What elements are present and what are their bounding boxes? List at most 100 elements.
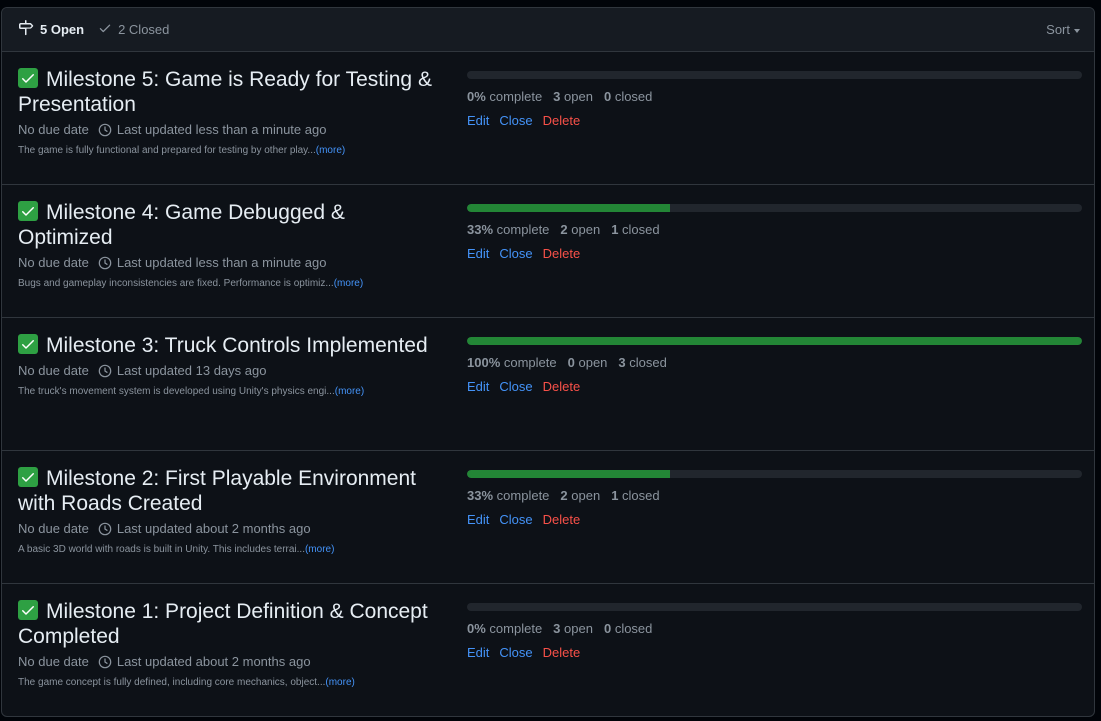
complete-percent: 33% [467,222,494,237]
progress-bar [467,71,1082,79]
milestone-title[interactable]: Milestone 1: Project Definition & Concep… [18,599,438,649]
milestone-list: Milestone 5: Game is Ready for Testing &… [2,52,1094,716]
closed-stat: 0 closed [604,621,652,636]
check-box-icon [18,68,38,88]
milestone-stats: 33% complete 2 open 1 closed [467,222,1082,237]
edit-link[interactable]: Edit [467,645,489,660]
open-count: 3 [553,89,561,104]
close-link[interactable]: Close [499,246,532,261]
milestone-stats: 0% complete 3 open 0 closed [467,621,1082,636]
closed-word: closed [629,355,667,370]
close-link[interactable]: Close [499,645,532,660]
milestone-title[interactable]: Milestone 4: Game Debugged & Optimized [18,200,438,250]
more-link[interactable]: (more) [335,386,364,397]
open-milestones-tab[interactable]: 5 Open [18,20,84,39]
milestones-panel: 5 Open 2 Closed Sort Milestone 5: Game i… [1,7,1095,717]
complete-stat: 0% complete [467,621,542,636]
milestone-title[interactable]: Milestone 5: Game is Ready for Testing &… [18,67,438,117]
progress-bar-fill [467,337,1082,345]
milestone-item: Milestone 4: Game Debugged & Optimized N… [2,185,1094,318]
delete-link[interactable]: Delete [543,246,581,261]
open-count: 3 [553,621,561,636]
delete-link[interactable]: Delete [543,645,581,660]
closed-milestones-tab[interactable]: 2 Closed [98,21,169,38]
open-stat: 0 open [568,355,608,370]
milestone-item: Milestone 1: Project Definition & Concep… [2,584,1094,716]
milestone-meta: No due date Last updated about 2 months … [18,654,438,669]
description-text: The game is fully functional and prepare… [18,145,316,156]
progress-bar [467,204,1082,212]
close-link[interactable]: Close [499,113,532,128]
closed-stat: 0 closed [604,89,652,104]
open-count: 2 [560,222,568,237]
delete-link[interactable]: Delete [543,512,581,527]
milestone-title-text: Milestone 5: Game is Ready for Testing &… [18,68,432,116]
more-link[interactable]: (more) [305,544,334,555]
open-stat: 2 open [560,222,600,237]
more-link[interactable]: (more) [334,278,363,289]
progress-bar-fill [467,204,670,212]
clock-icon [98,522,112,536]
closed-count: 0 [603,89,612,104]
chevron-down-icon [1074,28,1080,33]
delete-link[interactable]: Delete [543,379,581,394]
delete-link[interactable]: Delete [543,113,581,128]
more-link[interactable]: (more) [316,145,345,156]
clock-icon [98,364,112,378]
closed-word: closed [622,222,660,237]
closed-word: closed [614,621,653,636]
open-stat: 3 open [553,621,593,636]
complete-word: complete [489,89,543,104]
closed-count: 3 [618,355,626,370]
complete-percent: 100% [467,355,501,370]
progress-bar [467,603,1082,611]
complete-word: complete [496,222,550,237]
milestone-actions: Edit Close Delete [467,645,1082,660]
edit-link[interactable]: Edit [467,113,489,128]
milestone-stats: 33% complete 2 open 1 closed [467,488,1082,503]
description-text: A basic 3D world with roads is built in … [18,544,305,555]
description-text: Bugs and gameplay inconsistencies are fi… [18,278,334,289]
due-date: No due date [18,255,89,270]
complete-word: complete [489,621,543,636]
progress-bar [467,337,1082,345]
milestone-meta: No due date Last updated about 2 months … [18,521,438,536]
sort-dropdown[interactable]: Sort [1046,22,1080,37]
open-count-label: 5 Open [40,22,85,37]
milestone-description: A basic 3D world with roads is built in … [18,544,438,555]
milestone-title[interactable]: Milestone 3: Truck Controls Implemented [18,333,438,358]
milestone-title-text: Milestone 2: First Playable Environment … [18,467,416,515]
milestone-description: The game concept is fully defined, inclu… [18,677,438,688]
description-text: The truck's movement system is developed… [18,386,335,397]
close-link[interactable]: Close [499,379,532,394]
closed-stat: 1 closed [611,488,659,503]
last-updated: Last updated about 2 months ago [116,654,311,669]
edit-link[interactable]: Edit [467,379,489,394]
edit-link[interactable]: Edit [467,512,489,527]
closed-word: closed [614,89,653,104]
complete-stat: 100% complete [467,355,557,370]
sort-label: Sort [1046,22,1070,37]
clock-icon [98,655,112,669]
milestone-item: Milestone 5: Game is Ready for Testing &… [2,52,1094,185]
milestone-title[interactable]: Milestone 2: First Playable Environment … [18,466,438,516]
complete-percent: 0% [467,621,486,636]
last-updated: Last updated 13 days ago [116,363,267,378]
closed-stat: 3 closed [618,355,666,370]
open-word: open [578,355,608,370]
open-word: open [564,89,593,104]
complete-word: complete [496,488,550,503]
clock-icon [98,256,112,270]
milestone-actions: Edit Close Delete [467,113,1082,128]
closed-stat: 1 closed [611,222,659,237]
complete-word: complete [503,355,557,370]
open-count: 0 [567,355,575,370]
close-link[interactable]: Close [499,512,532,527]
more-link[interactable]: (more) [325,677,354,688]
milestone-actions: Edit Close Delete [467,512,1082,527]
edit-link[interactable]: Edit [467,246,489,261]
complete-percent: 33% [467,488,494,503]
check-icon [98,21,112,38]
milestone-title-text: Milestone 1: Project Definition & Concep… [18,600,428,648]
open-count: 2 [560,488,568,503]
